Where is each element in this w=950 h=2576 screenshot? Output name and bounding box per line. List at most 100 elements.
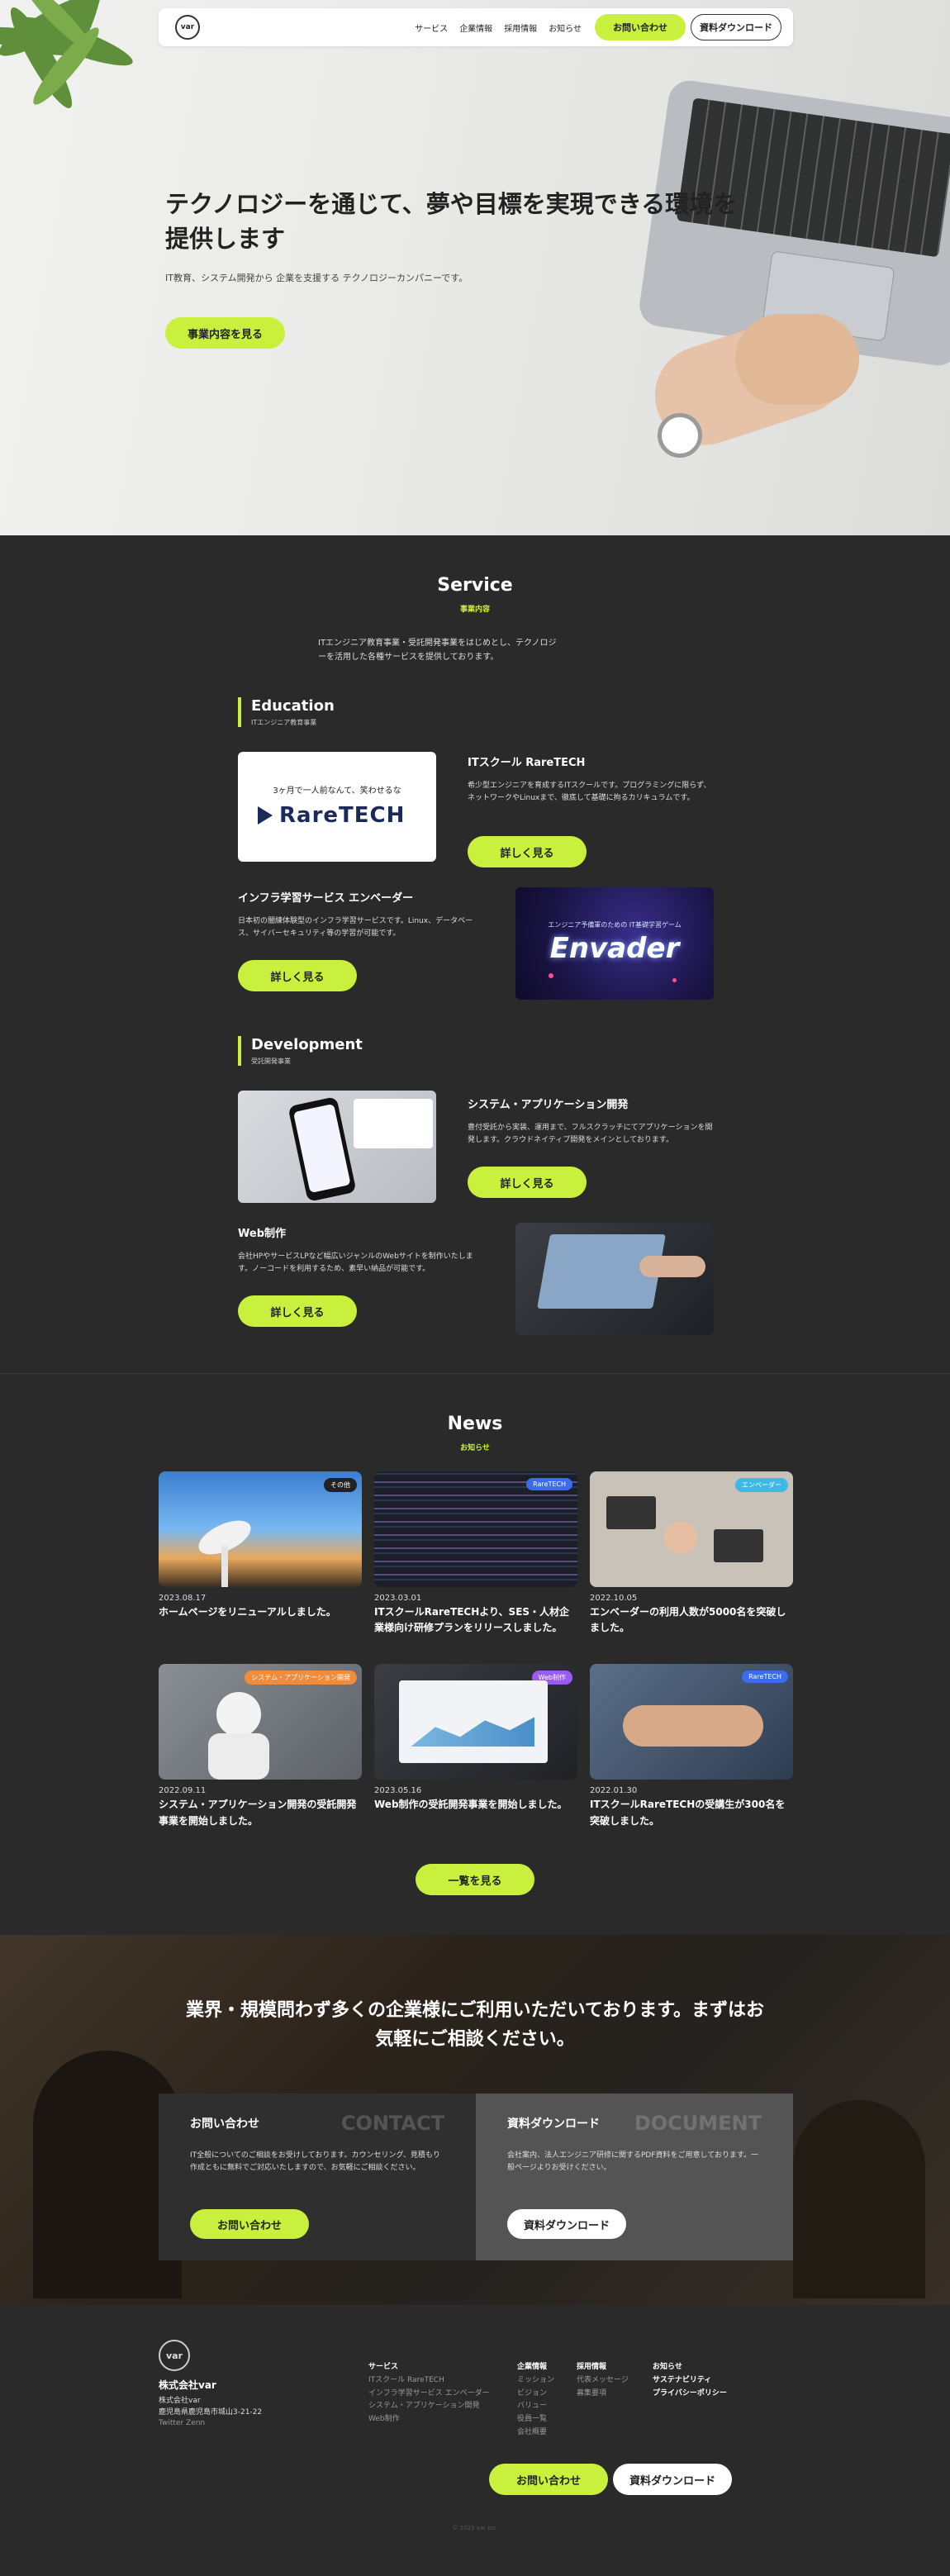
raretech-image: 3ヶ月で一人前なんて、笑わせるな RareTECH [238,752,436,862]
news-card-image: その他 [159,1471,362,1587]
footer-link[interactable]: ミッション [517,2374,554,2388]
service-title: Service [437,575,513,596]
contact-box-text: IT全般についてのご相談をお受けしております。カウンセリング、見積もり作成ともに… [190,2151,440,2173]
news-list-button[interactable]: 一覧を見る [416,1864,534,1895]
contact-box-inquiry: お問い合わせ CONTACT IT全般についてのご相談をお受けしております。カウ… [159,2094,476,2260]
contact-box-en-label: DOCUMENT [634,2112,762,2135]
service-item-desc: 日本初の闇練体験型のインフラ学習サービスです。Linux、データベース、サイバー… [238,917,473,939]
service-item-title: インフラ学習サービス エンベーダー [238,892,414,905]
news-card[interactable]: RareTECH 2022.01.30 ITスクールRareTECHの受講生が3… [590,1664,793,1828]
news-card[interactable]: その他 2023.08.17 ホームページをリニューアルしました。 [159,1471,362,1636]
news-card-date: 2022.09.11 [159,1786,207,1796]
footer-link[interactable]: インフラ学習サービス エンベーダー [368,2388,490,2401]
contact-box-en-label: CONTACT [340,2112,444,2135]
news-card[interactable]: システム・アプリケーション開発 2022.09.11 システム・アプリケーション… [159,1664,362,1828]
news-card-tag: RareTECH [742,1671,788,1684]
news-card-title: Web制作の受託開発事業を開始しました。 [374,1799,568,1811]
contact-heading: 業界・規模問わず多くの企業様にご利用いただいております。まずはお気軽にご相談くだ… [185,2000,765,2051]
news-card-date: 2022.01.30 [590,1786,638,1796]
site-logo[interactable]: var [175,15,200,40]
footer-link[interactable]: 代表メッセージ [577,2374,629,2388]
footer-col-service: サービス ITスクール RareTECH インフラ学習サービス エンベーダー シ… [368,2361,490,2426]
news-card-date: 2023.03.01 [374,1594,422,1603]
web-detail-button[interactable]: 詳しく見る [238,1295,357,1327]
nav-link-news[interactable]: お知らせ [549,21,582,34]
news-card-tag: RareTECH [526,1478,572,1490]
raretech-caption: 3ヶ月で一人前なんて、笑わせるな [273,787,401,796]
news-card-image: エンベーダー [590,1471,793,1587]
satellite-dish-icon [198,1520,251,1587]
category-title: Development [251,1036,363,1053]
footer-link[interactable]: Web制作 [368,2413,490,2426]
footer-contact-button[interactable]: お問い合わせ [489,2464,608,2495]
footer-col-heading[interactable]: サービス [368,2361,490,2374]
nav-download-button[interactable]: 資料ダウンロード [691,14,781,40]
footer-link[interactable]: バリュー [517,2400,554,2413]
footer-link[interactable]: 募集要項 [577,2388,629,2401]
nav-link-company[interactable]: 企業情報 [459,21,492,34]
nav-link-recruit[interactable]: 採用情報 [504,21,537,34]
news-card-title: エンベーダーの利用人数が5000名を突破しました。 [590,1606,786,1634]
site-footer: var 株式会社var 株式会社var 鹿児島県鹿児島市城山3-21-22 Tw… [0,2305,950,2576]
footer-col-heading[interactable]: 採用情報 [577,2361,629,2374]
news-card[interactable]: Web制作 2023.05.16 Web制作の受託開発事業を開始しました。 [374,1664,577,1828]
service-section: Service 事業内容 ITエンジニア教育事業・受託開発事業をはじめとし、テク… [0,535,950,1373]
footer-link[interactable]: ビジョン [517,2388,554,2401]
news-card-image: RareTECH [374,1471,577,1587]
news-card-title: ITスクールRareTECHより、SES・人材企業様向け研修プランをリリースしま… [374,1606,570,1634]
contact-section: 業界・規模問わず多くの企業様にご利用いただいております。まずはお気軽にご相談くだ… [0,1935,950,2305]
footer-link[interactable]: ITスクール RareTECH [368,2374,490,2388]
news-card-title: ITスクールRareTECHの受講生が300名を突破しました。 [590,1799,786,1827]
news-card-date: 2023.05.16 [374,1786,422,1796]
hands-image [735,314,859,405]
service-subtitle: 事業内容 [459,606,490,614]
footer-link[interactable]: プライバシーポリシー [653,2388,727,2401]
service-item-desc: 会社HPやサービスLPなど幅広いジャンルのWebサイトを制作いたします。ノーコー… [238,1252,473,1274]
footer-company-name: 株式会社var [159,2379,216,2391]
watch-image [658,413,702,458]
nav-link-service[interactable]: サービス [415,21,448,34]
news-card-tag: エンベーダー [735,1478,788,1492]
hero-subtitle: IT教育、システム開発から 企業を支援する テクノロジーカンパニーです。 [165,273,468,283]
category-title: Education [251,697,335,715]
news-title: News [447,1414,503,1434]
footer-link[interactable]: 役員一覧 [517,2413,554,2426]
footer-social-links[interactable]: Twitter Zenn [159,2419,205,2427]
news-section: News お知らせ その他 2023.08.17 ホームページをリニューアルしま… [0,1373,950,1935]
app-dev-detail-button[interactable]: 詳しく見る [468,1167,587,1198]
footer-col-company: 企業情報 ミッション ビジョン バリュー 役員一覧 会社概要 [517,2361,554,2440]
contact-box-text: 会社案内、法人エンジニア研修に関するPDF資料をご用意しております。一般ページよ… [507,2151,759,2173]
footer-link[interactable]: サステナビリティ [653,2374,727,2388]
service-item-desc: 豊付受託から実装、運用まで、フルスクラッチにてアプリケーションを開発します。クラ… [468,1124,713,1145]
news-card-date: 2022.10.05 [590,1594,638,1603]
envader-detail-button[interactable]: 詳しく見る [238,960,357,991]
news-card-tag: その他 [324,1478,357,1492]
footer-download-button[interactable]: 資料ダウンロード [613,2464,732,2495]
raretech-detail-button[interactable]: 詳しく見る [468,836,587,867]
hero-cta-button[interactable]: 事業内容を見る [165,317,285,349]
footer-link[interactable]: 会社概要 [517,2426,554,2440]
news-card-image: システム・アプリケーション開発 [159,1664,362,1780]
service-item-title: Web制作 [238,1228,286,1240]
footer-col-recruit: 採用情報 代表メッセージ 募集要項 [577,2361,629,2400]
news-subtitle: お知らせ [460,1444,490,1452]
footer-link[interactable]: システム・アプリケーション開発 [368,2400,490,2413]
footer-col-news: お知らせ サステナビリティ プライバシーポリシー [653,2361,727,2400]
envader-caption: エンジニア予備軍のための IT基礎学習ゲーム [548,921,682,929]
footer-logo[interactable]: var [159,2340,190,2371]
service-item-title: ITスクール RareTECH [468,757,586,769]
hero-section: var サービス 企業情報 採用情報 お知らせ お問い合わせ 資料ダウンロード … [0,0,950,535]
app-development-image [238,1091,436,1203]
news-card[interactable]: エンベーダー 2022.10.05 エンベーダーの利用人数が5000名を突破しま… [590,1471,793,1636]
service-item-desc: 希少型エンジニアを育成するITスクールです。プログラミングに限らず、ネットワーク… [468,782,711,803]
nav-contact-button[interactable]: お問い合わせ [595,14,686,40]
contact-inquiry-button[interactable]: お問い合わせ [190,2209,309,2239]
footer-col-heading[interactable]: 企業情報 [517,2361,554,2374]
news-card-date: 2023.08.17 [159,1594,207,1603]
envader-image: エンジニア予備軍のための IT基礎学習ゲーム Envader [515,887,714,1000]
category-subtitle: ITエンジニア教育事業 [251,719,317,726]
footer-address: 株式会社var 鹿児島県鹿児島市城山3-21-22 [159,2396,262,2418]
contact-download-button[interactable]: 資料ダウンロード [507,2209,626,2239]
footer-col-heading[interactable]: お知らせ [653,2361,727,2374]
news-card[interactable]: RareTECH 2023.03.01 ITスクールRareTECHより、SES… [374,1471,577,1636]
